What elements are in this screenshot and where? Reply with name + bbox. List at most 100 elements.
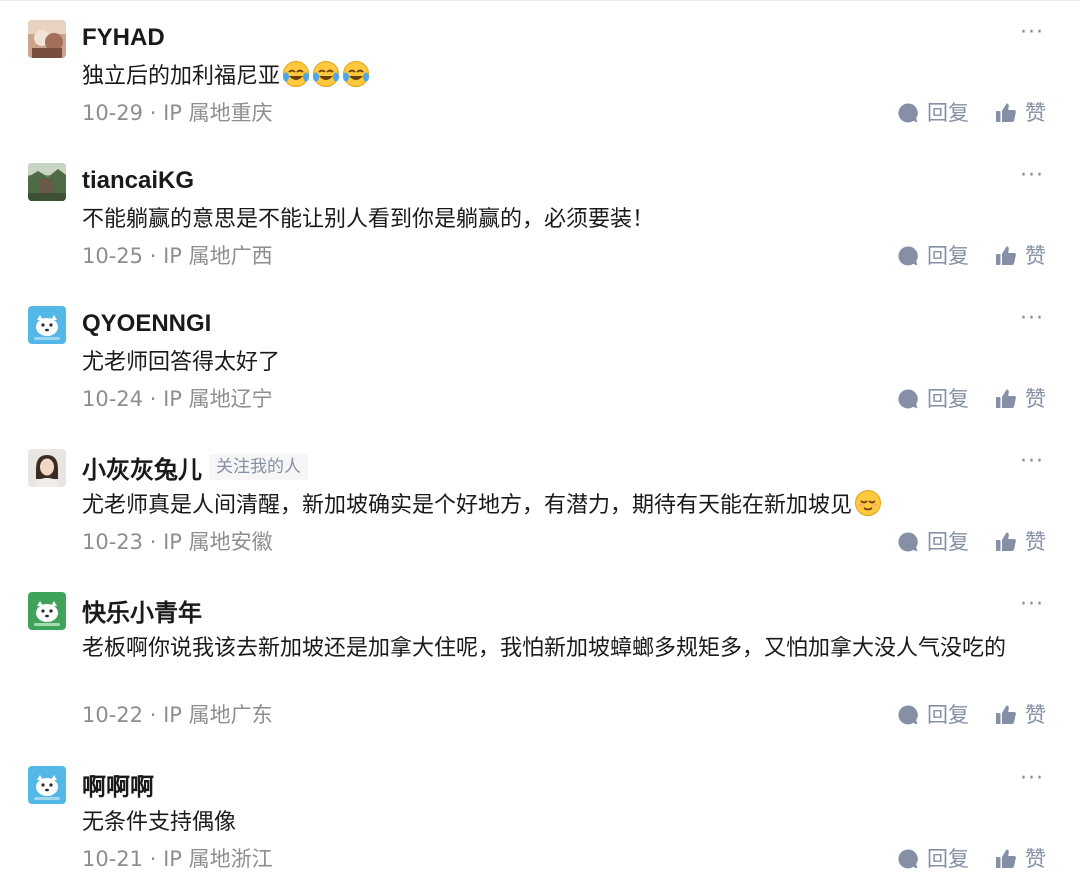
comment-date: 10-21: [82, 847, 144, 871]
reply-bubble-icon: [898, 705, 918, 725]
top-divider: [0, 0, 1080, 1]
thumbs-up-icon: [996, 389, 1016, 408]
laugh-cry-emoji-icon: [343, 61, 370, 87]
thumbs-up-icon: [996, 532, 1016, 551]
username[interactable]: FYHAD: [82, 24, 165, 52]
comment-actions: 回复 赞: [897, 98, 1046, 128]
like-label: 赞: [1025, 244, 1046, 268]
username[interactable]: tiancaiKG: [82, 167, 194, 195]
reply-button[interactable]: 回复: [897, 844, 969, 874]
reply-label: 回复: [927, 530, 969, 554]
default-avatar-icon: [28, 766, 66, 804]
reply-bubble-icon: [898, 103, 918, 123]
comment-text: 尤老师回答得太好了: [82, 350, 281, 375]
like-button[interactable]: 赞: [995, 241, 1046, 271]
default-avatar-icon: [28, 306, 66, 344]
relieved-emoji-icon: [855, 490, 882, 516]
like-label: 赞: [1025, 703, 1046, 727]
reply-button[interactable]: 回复: [897, 384, 969, 414]
user-avatar[interactable]: [28, 306, 66, 344]
comment-actions: 回复 赞: [897, 844, 1046, 874]
comment-meta: 10-25 · IP 属地广西: [82, 244, 273, 268]
more-options-icon[interactable]: ···: [1020, 308, 1044, 330]
comment-meta: 10-23 · IP 属地安徽: [82, 530, 273, 554]
comment-meta: 10-22 · IP 属地广东: [82, 703, 273, 727]
comment-meta: 10-29 · IP 属地重庆: [82, 101, 273, 125]
comment-actions: 回复 赞: [897, 384, 1046, 414]
comment-actions: 回复 赞: [897, 700, 1046, 730]
more-options-icon[interactable]: ···: [1020, 165, 1044, 187]
laugh-cry-emoji-icon: [313, 61, 340, 87]
comment-date: 10-24: [82, 387, 144, 411]
username[interactable]: 啊啊啊: [82, 767, 154, 802]
user-avatar[interactable]: [28, 449, 66, 487]
ip-location: IP 属地辽宁: [163, 387, 273, 411]
like-label: 赞: [1025, 847, 1046, 871]
comment-text-block: 老板啊你说我该去新加坡还是加拿大住呢，我怕新加坡蟑螂多规矩多，又怕加拿大没人气没…: [82, 632, 1032, 666]
like-button[interactable]: 赞: [995, 844, 1046, 874]
ip-location: IP 属地浙江: [163, 847, 273, 871]
more-options-icon[interactable]: ···: [1020, 594, 1044, 616]
reply-bubble-icon: [898, 389, 918, 409]
user-avatar[interactable]: [28, 163, 66, 201]
comment-date: 10-29: [82, 101, 144, 125]
reply-label: 回复: [927, 387, 969, 411]
comment-date: 10-25: [82, 244, 144, 268]
photo-avatar-icon: [28, 20, 66, 58]
comment-actions: 回复 赞: [897, 527, 1046, 557]
user-avatar[interactable]: [28, 766, 66, 804]
comment-text-block: 尤老师真是人间清醒，新加坡确实是个好地方，有潜力，期待有天能在新加坡见: [82, 489, 1032, 523]
reply-bubble-icon: [898, 246, 918, 266]
comment-text: 尤老师真是人间清醒，新加坡确实是个好地方，有潜力，期待有天能在新加坡见: [82, 493, 853, 518]
more-options-icon[interactable]: ···: [1020, 768, 1044, 790]
comment-text-block: 不能躺赢的意思是不能让别人看到你是躺赢的，必须要装！: [82, 203, 1032, 237]
ip-location: IP 属地广西: [163, 244, 273, 268]
like-button[interactable]: 赞: [995, 384, 1046, 414]
comment-text-block: 无条件支持偶像: [82, 806, 1032, 840]
reply-button[interactable]: 回复: [897, 98, 969, 128]
comment-text: 老板啊你说我该去新加坡还是加拿大住呢，我怕新加坡蟑螂多规矩多，又怕加拿大没人气没…: [82, 636, 1007, 661]
reply-button[interactable]: 回复: [897, 241, 969, 271]
laugh-cry-emoji-icon: [283, 61, 310, 87]
username[interactable]: 快乐小青年: [82, 593, 202, 628]
ip-location: IP 属地重庆: [163, 101, 273, 125]
reply-label: 回复: [927, 847, 969, 871]
user-avatar[interactable]: [28, 20, 66, 58]
like-label: 赞: [1025, 387, 1046, 411]
thumbs-up-icon: [996, 705, 1016, 724]
comment-text-block: 尤老师回答得太好了: [82, 346, 1032, 380]
comment-text: 无条件支持偶像: [82, 810, 237, 835]
comment-meta: 10-21 · IP 属地浙江: [82, 847, 273, 871]
comment-actions: 回复 赞: [897, 241, 1046, 271]
username[interactable]: QYOENNGI: [82, 310, 211, 338]
reply-bubble-icon: [898, 849, 918, 869]
username[interactable]: 小灰灰兔儿: [82, 450, 202, 485]
thumbs-up-icon: [996, 246, 1016, 265]
like-button[interactable]: 赞: [995, 700, 1046, 730]
reply-label: 回复: [927, 244, 969, 268]
thumbs-up-icon: [996, 103, 1016, 122]
comment-text-block: 独立后的加利福尼亚: [82, 60, 1032, 94]
reply-button[interactable]: 回复: [897, 527, 969, 557]
more-options-icon[interactable]: ···: [1020, 22, 1044, 44]
user-avatar[interactable]: [28, 592, 66, 630]
like-label: 赞: [1025, 530, 1046, 554]
portrait-avatar-icon: [28, 449, 66, 487]
ip-location: IP 属地安徽: [163, 530, 273, 554]
comment-date: 10-22: [82, 703, 144, 727]
like-button[interactable]: 赞: [995, 98, 1046, 128]
default-avatar-green-icon: [28, 592, 66, 630]
more-options-icon[interactable]: ···: [1020, 451, 1044, 473]
like-button[interactable]: 赞: [995, 527, 1046, 557]
landscape-avatar-icon: [28, 163, 66, 201]
comment-meta: 10-24 · IP 属地辽宁: [82, 387, 273, 411]
comment-text: 独立后的加利福尼亚: [82, 64, 281, 89]
reply-label: 回复: [927, 101, 969, 125]
like-label: 赞: [1025, 101, 1046, 125]
comment-text: 不能躺赢的意思是不能让别人看到你是躺赢的，必须要装！: [82, 207, 655, 232]
follower-badge: 关注我的人: [209, 454, 308, 480]
comment-date: 10-23: [82, 530, 144, 554]
reply-bubble-icon: [898, 532, 918, 552]
reply-button[interactable]: 回复: [897, 700, 969, 730]
ip-location: IP 属地广东: [163, 703, 273, 727]
